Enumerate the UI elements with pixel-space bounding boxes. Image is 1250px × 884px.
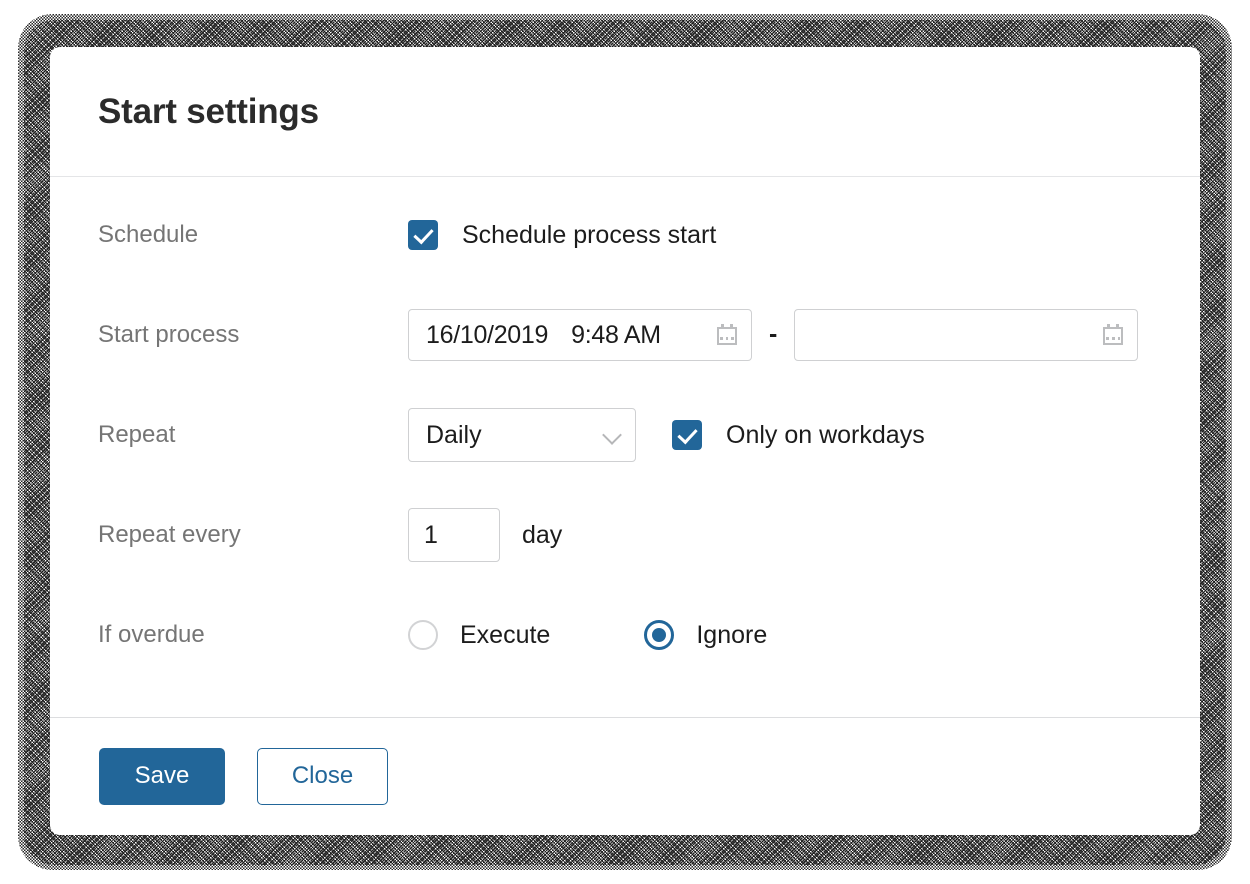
- dialog-body: Schedule Schedule process start Start pr…: [50, 177, 1200, 718]
- overdue-ignore-radio[interactable]: Ignore: [644, 620, 767, 650]
- start-settings-dialog: Start settings Schedule Schedule process…: [50, 47, 1200, 835]
- page-title: Start settings: [98, 92, 319, 132]
- start-process-fields: 16/10/2019 9:48 AM -: [408, 309, 1138, 361]
- overdue-ignore-label: Ignore: [696, 621, 767, 650]
- calendar-icon[interactable]: [1101, 323, 1125, 347]
- repeat-interval-unit: day: [522, 521, 562, 550]
- repeat-frequency-value: Daily: [426, 421, 482, 450]
- repeat-every-fields: 1 day: [408, 508, 562, 562]
- start-date-text: 16/10/2019: [426, 321, 548, 350]
- only-on-workdays-checkbox[interactable]: Only on workdays: [672, 420, 925, 450]
- radio-unselected-icon: [408, 620, 438, 650]
- date-range-separator: -: [769, 322, 777, 347]
- repeat-every-row: Repeat every 1 day: [50, 485, 1200, 585]
- close-button[interactable]: Close: [257, 748, 388, 805]
- repeat-interval-value: 1: [424, 521, 438, 550]
- overdue-execute-label: Execute: [460, 621, 550, 650]
- dialog-footer: Save Close: [50, 718, 1200, 834]
- calendar-icon[interactable]: [715, 323, 739, 347]
- radio-selected-icon: [644, 620, 674, 650]
- repeat-frequency-select[interactable]: Daily: [408, 408, 636, 462]
- if-overdue-label: If overdue: [98, 621, 408, 649]
- checkbox-checked-icon: [672, 420, 702, 450]
- start-time-text: 9:48 AM: [571, 321, 661, 350]
- start-process-label: Start process: [98, 321, 408, 349]
- repeat-interval-input[interactable]: 1: [408, 508, 500, 562]
- start-datetime-value: 16/10/2019 9:48 AM: [426, 321, 661, 350]
- overdue-execute-radio[interactable]: Execute: [408, 620, 550, 650]
- if-overdue-fields: Execute Ignore: [408, 620, 767, 650]
- only-on-workdays-label: Only on workdays: [726, 421, 925, 450]
- repeat-label: Repeat: [98, 421, 408, 449]
- chevron-down-icon: [603, 426, 621, 444]
- schedule-label: Schedule: [98, 221, 408, 249]
- schedule-process-start-checkbox[interactable]: Schedule process start: [408, 220, 716, 250]
- schedule-process-start-label: Schedule process start: [462, 221, 716, 250]
- dialog-header: Start settings: [50, 47, 1200, 177]
- start-datetime-input[interactable]: 16/10/2019 9:48 AM: [408, 309, 752, 361]
- start-process-row: Start process 16/10/2019 9:48 AM -: [50, 285, 1200, 385]
- checkbox-checked-icon: [408, 220, 438, 250]
- schedule-row: Schedule Schedule process start: [50, 185, 1200, 285]
- schedule-fields: Schedule process start: [408, 220, 716, 250]
- if-overdue-row: If overdue Execute Ignore: [50, 585, 1200, 685]
- end-datetime-input[interactable]: [794, 309, 1138, 361]
- repeat-fields: Daily Only on workdays: [408, 408, 925, 462]
- repeat-every-label: Repeat every: [98, 521, 408, 549]
- save-button[interactable]: Save: [99, 748, 225, 805]
- repeat-row: Repeat Daily Only on workdays: [50, 385, 1200, 485]
